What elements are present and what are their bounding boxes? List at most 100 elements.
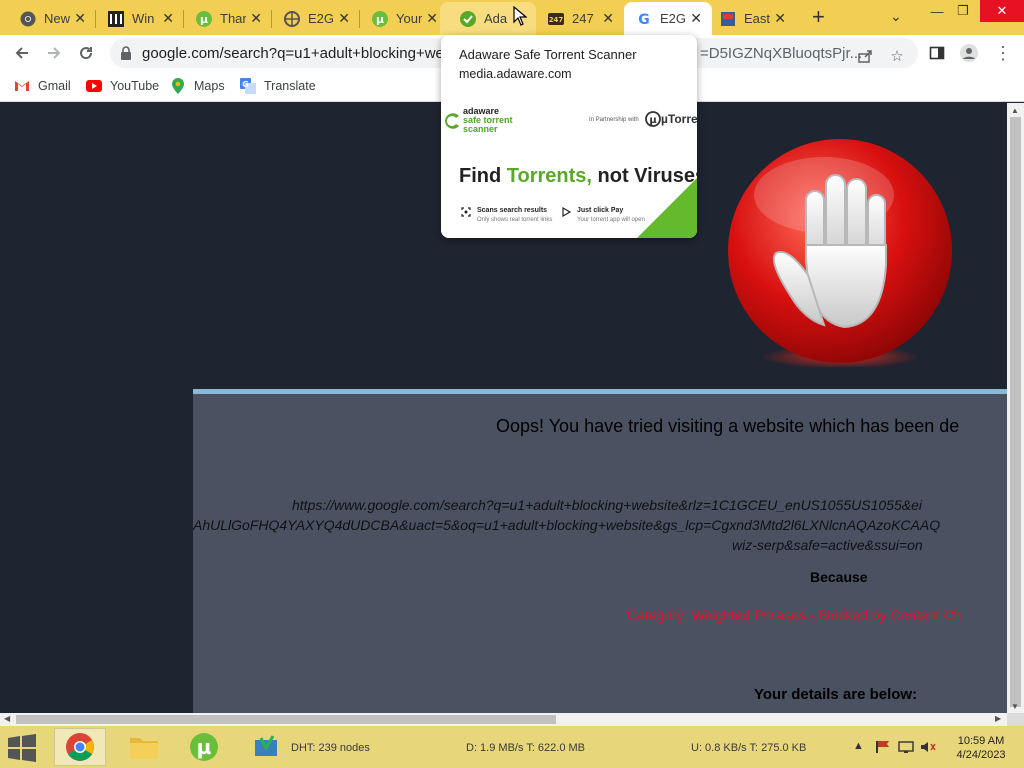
close-icon[interactable]: ✕	[602, 11, 614, 25]
new-tab-button[interactable]: +	[812, 6, 825, 28]
chrome-icon	[66, 733, 94, 761]
east-icon	[720, 11, 736, 27]
vertical-scrollbar[interactable]: ▲ ▼	[1007, 103, 1024, 713]
bookmark-maps[interactable]: Maps	[170, 76, 225, 96]
close-window-button[interactable]: ✕	[980, 0, 1024, 22]
youtube-icon	[86, 78, 102, 94]
menu-icon[interactable]: ⋮	[994, 43, 1012, 63]
svg-text:µ: µ	[200, 13, 208, 26]
back-button[interactable]	[10, 41, 34, 65]
block-notice-panel: Oops! You have tried visiting a website …	[193, 389, 1007, 713]
side-panel-icon[interactable]	[928, 44, 946, 62]
windows-taskbar: µ DHT: 239 nodes D: 1.9 MB/s T: 622.0 MB…	[0, 726, 1024, 768]
museum-icon	[108, 10, 124, 27]
scroll-left-arrow-icon[interactable]: ◀	[4, 714, 10, 723]
bookmark-label: Translate	[264, 79, 316, 93]
tab-title: E2G	[308, 11, 334, 26]
blocked-url-line-1: https://www.google.com/search?q=u1+adult…	[292, 497, 922, 513]
tab-title: Win	[132, 11, 155, 26]
tab-preview-thumbnail: adaware safe torrent scanner In Partners…	[441, 95, 697, 238]
svg-text:µ: µ	[649, 115, 657, 126]
details-heading: Your details are below:	[754, 686, 918, 703]
utorrent-label: µTorrent	[661, 112, 697, 126]
tab-2[interactable]: Win ✕	[88, 2, 184, 35]
close-icon[interactable]: ✕	[426, 11, 438, 25]
scan-icon	[461, 207, 471, 217]
scrollbar-thumb[interactable]	[1010, 117, 1021, 707]
share-icon[interactable]	[856, 47, 874, 65]
scroll-down-arrow-icon[interactable]: ▼	[1011, 702, 1019, 711]
tab-4[interactable]: E2G ✕	[264, 2, 360, 35]
adaware-logo-icon	[445, 112, 459, 129]
utorrent-icon: µ	[196, 10, 212, 27]
play-icon	[562, 207, 571, 217]
flag-icon[interactable]	[875, 740, 891, 757]
svg-text:µ: µ	[197, 735, 212, 759]
svg-text:µ: µ	[376, 13, 384, 26]
profile-icon[interactable]	[960, 44, 978, 62]
adaware-icon	[460, 10, 476, 27]
windows-start-icon[interactable]	[6, 734, 38, 762]
tab-3[interactable]: µ Thar ✕	[176, 2, 272, 35]
close-icon[interactable]: ✕	[74, 11, 86, 25]
bookmark-translate[interactable]: G Translate	[240, 76, 316, 96]
svg-text:G: G	[638, 12, 650, 27]
mouse-cursor-icon	[513, 6, 527, 26]
adaware-logo: adaware safe torrent scanner	[443, 107, 513, 134]
taskbar-app[interactable]	[240, 728, 292, 766]
because-label: Because	[810, 569, 868, 585]
brand-line: scanner	[463, 124, 498, 134]
taskbar-utorrent[interactable]: µ	[178, 728, 230, 766]
tab-5[interactable]: µ Your ✕	[352, 2, 448, 35]
close-icon[interactable]: ✕	[774, 11, 786, 25]
close-icon[interactable]: ✕	[338, 11, 350, 25]
forward-button[interactable]	[42, 41, 66, 65]
bookmark-gmail[interactable]: Gmail	[14, 76, 71, 96]
arrow-right-icon	[48, 47, 61, 59]
tab-9[interactable]: East ✕	[700, 2, 796, 35]
scroll-up-arrow-icon[interactable]: ▲	[1011, 106, 1019, 115]
chevron-up-icon[interactable]: ▲	[853, 740, 864, 752]
system-clock[interactable]: 10:59 AM 4/24/2023	[948, 734, 1014, 762]
clock-date: 4/24/2023	[956, 749, 1006, 761]
tab-7[interactable]: 247 247 ✕	[528, 2, 624, 35]
taskbar-file-explorer[interactable]	[118, 728, 170, 766]
star-icon[interactable]: ☆	[888, 47, 906, 65]
scrollbar-thumb[interactable]	[16, 715, 556, 724]
maps-icon	[170, 78, 186, 94]
url-text-tail: =D5IGZNqXBluoqtsPjr...	[700, 45, 863, 62]
taskbar-chrome[interactable]	[54, 728, 106, 766]
scroll-right-arrow-icon[interactable]: ▶	[995, 714, 1001, 723]
headline-part: Torrents,	[506, 165, 592, 187]
svg-text:247: 247	[549, 16, 564, 24]
feature-title: Scans search results	[477, 207, 548, 214]
feature-scan: Scans search results Only shows real torr…	[461, 207, 552, 223]
utorrent-download-status: D: 1.9 MB/s T: 622.0 MB	[466, 742, 586, 754]
tab-1[interactable]: New ✕	[0, 2, 96, 35]
tab-title: Ada	[484, 11, 508, 26]
folder-icon	[130, 738, 158, 759]
close-icon[interactable]: ✕	[162, 11, 174, 25]
blocked-url-line-3: wiz-serp&safe=active&ssui=on	[732, 537, 923, 553]
utorrent-logo: µ µTorrent	[645, 111, 697, 127]
stop-hand-icon	[724, 135, 956, 369]
feature-subtitle: Your torrent app will open	[577, 217, 645, 223]
tab-title: Thar	[220, 11, 246, 26]
blocked-url-line-2: AhULlGoFHQ4YAXYQ4dUDCBA&uact=5&oq=u1+adu…	[193, 517, 941, 533]
reload-button[interactable]	[74, 41, 98, 65]
lock-icon[interactable]	[120, 46, 132, 65]
hover-card-title: Adaware Safe Torrent Scanner	[459, 47, 637, 62]
installer-icon	[255, 735, 277, 756]
google-icon: G	[636, 11, 652, 27]
horizontal-scrollbar[interactable]: ◀ ▶	[0, 713, 1007, 726]
tab-title: Your	[396, 11, 422, 26]
gmail-icon	[14, 78, 30, 94]
bookmark-label: Maps	[194, 79, 225, 93]
volume-icon[interactable]	[920, 740, 936, 757]
network-icon[interactable]	[898, 740, 914, 757]
bookmark-youtube[interactable]: YouTube	[86, 76, 159, 96]
close-icon[interactable]: ✕	[250, 11, 262, 25]
restore-button[interactable]: ❐	[948, 0, 978, 22]
tab-8[interactable]: G E2G ✕	[624, 2, 712, 35]
chevron-down-icon[interactable]: ⌄	[890, 8, 902, 25]
